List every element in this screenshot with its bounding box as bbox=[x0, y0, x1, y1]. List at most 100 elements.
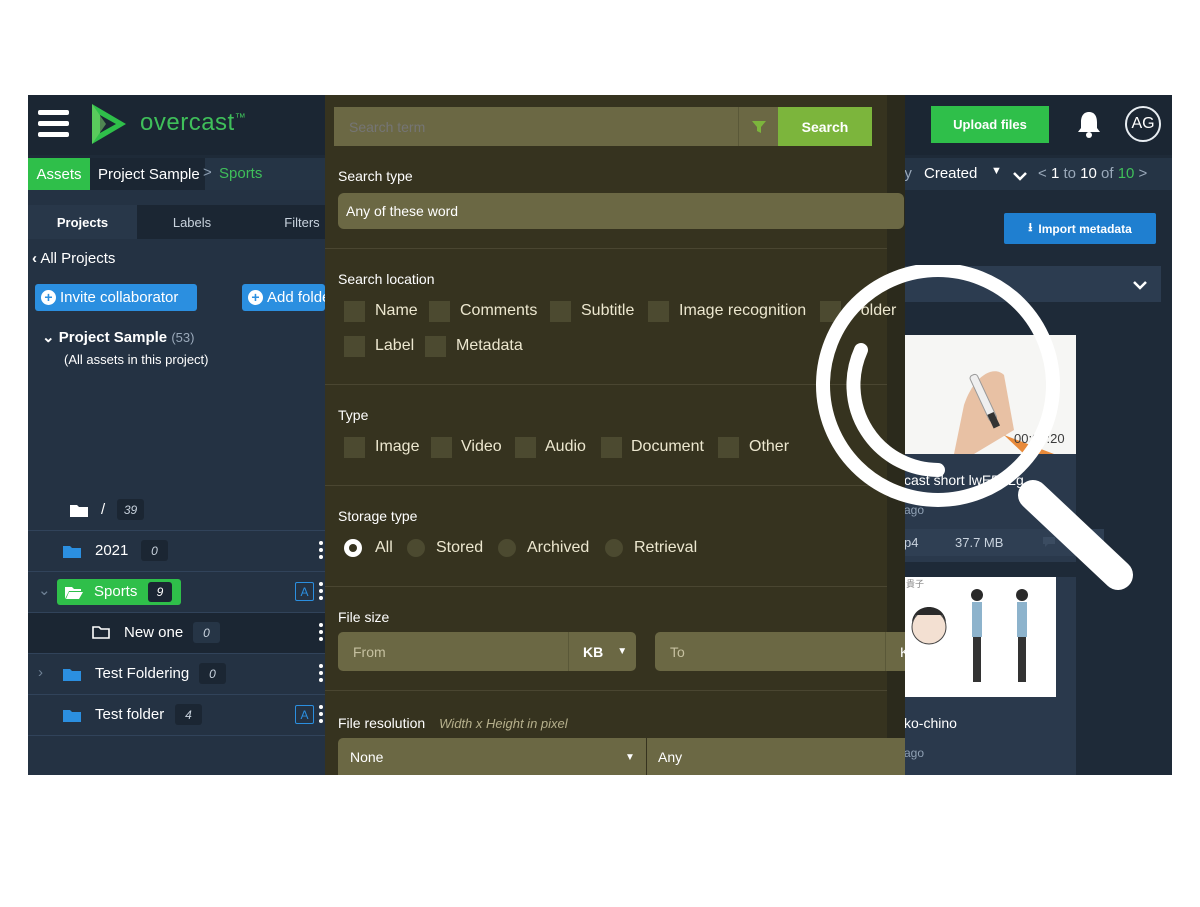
pager-next-icon[interactable]: > bbox=[1139, 165, 1148, 182]
radio-stored[interactable] bbox=[407, 539, 425, 557]
folder-row-sports[interactable]: ⌄ Sports 9 A bbox=[28, 572, 325, 613]
checkbox-name[interactable] bbox=[344, 301, 365, 322]
plus-circle-icon: + bbox=[248, 290, 263, 305]
all-projects-link[interactable]: ‹ All Projects bbox=[32, 250, 115, 267]
more-options-icon[interactable] bbox=[319, 582, 323, 600]
assigned-badge: A bbox=[295, 705, 314, 724]
assigned-badge: A bbox=[295, 582, 314, 601]
project-name: Project Sample bbox=[58, 329, 168, 346]
radio-retrieval[interactable] bbox=[605, 539, 623, 557]
tab-projects[interactable]: Projects bbox=[28, 205, 137, 239]
chevron-right-icon[interactable]: › bbox=[38, 664, 43, 681]
checkbox-label: Image bbox=[375, 438, 420, 455]
checkbox-other[interactable] bbox=[718, 437, 739, 458]
breadcrumb-separator-icon: > bbox=[203, 164, 212, 181]
tab-labels[interactable]: Labels bbox=[137, 205, 247, 239]
upload-files-button[interactable]: Upload files bbox=[931, 106, 1049, 143]
project-count: (53) bbox=[171, 330, 195, 345]
breadcrumb-project[interactable]: Project Sample bbox=[90, 158, 205, 190]
checkbox-label: Subtitle bbox=[581, 302, 635, 319]
chevron-down-icon[interactable] bbox=[1012, 168, 1028, 184]
caret-down-icon: ▼ bbox=[617, 646, 628, 657]
checkbox-video[interactable] bbox=[431, 437, 452, 458]
checkbox-label: Metadata bbox=[456, 337, 523, 354]
divider bbox=[325, 485, 887, 486]
more-options-icon[interactable] bbox=[319, 623, 323, 641]
folder-icon bbox=[63, 546, 81, 558]
pagination: < 1 to 10 of 10 > bbox=[1038, 165, 1147, 182]
folder-label: 2021 bbox=[95, 542, 129, 559]
search-type-select[interactable]: Any of these word bbox=[338, 193, 904, 229]
checkbox-image[interactable] bbox=[344, 437, 365, 458]
file-size-to-input[interactable]: To bbox=[655, 632, 885, 671]
search-input[interactable] bbox=[334, 107, 738, 146]
more-options-icon[interactable] bbox=[319, 664, 323, 682]
search-button[interactable]: Search bbox=[778, 107, 872, 146]
add-folder-button[interactable]: + Add folder bbox=[242, 284, 325, 311]
more-options-icon[interactable] bbox=[319, 541, 323, 559]
resolution-value: None bbox=[350, 749, 384, 765]
checkbox-subtitle[interactable] bbox=[550, 301, 571, 322]
folder-label: Test Foldering bbox=[95, 665, 190, 682]
import-label: Import metadata bbox=[1038, 221, 1132, 236]
folder-icon bbox=[63, 669, 81, 681]
folder-row-root[interactable]: / 39 bbox=[28, 490, 325, 531]
checkbox-comments[interactable] bbox=[429, 301, 450, 322]
folder-count-badge: 9 bbox=[148, 582, 172, 602]
invite-collaborator-button[interactable]: + Invite collaborator bbox=[35, 284, 197, 311]
app-window: overcast™ Upload files AG Assets Project… bbox=[28, 95, 1172, 775]
radio-label: Stored bbox=[436, 539, 484, 556]
checkbox-image-recognition[interactable] bbox=[648, 301, 669, 322]
resolution-any-select[interactable]: Any bbox=[647, 738, 905, 775]
checkbox-audio[interactable] bbox=[515, 437, 536, 458]
project-title[interactable]: ⌄ Project Sample (53) bbox=[42, 328, 194, 346]
all-projects-label: All Projects bbox=[40, 250, 116, 267]
resolution-select[interactable]: None ▼ bbox=[338, 738, 646, 775]
asset-title[interactable]: ko-chino bbox=[904, 715, 957, 731]
folder-label: / bbox=[101, 501, 106, 518]
file-size-from-input[interactable]: From bbox=[338, 632, 568, 671]
checkbox-metadata[interactable] bbox=[425, 336, 446, 357]
chevron-down-icon[interactable]: ⌄ bbox=[38, 581, 51, 599]
character-sheet-thumbnail[interactable]: 貴子 bbox=[904, 577, 1056, 697]
folder-row-new-one[interactable]: New one 0 bbox=[28, 613, 325, 654]
checkbox-document[interactable] bbox=[601, 437, 622, 458]
sidebar: Projects Labels Filters ‹ All Projects +… bbox=[28, 190, 325, 775]
checkbox-label: Image recognition bbox=[679, 302, 807, 319]
file-size-to-unit-select[interactable]: K bbox=[885, 632, 905, 671]
folder-row-test-folder[interactable]: Test folder 4 A bbox=[28, 695, 325, 736]
folder-row-test-foldering[interactable]: › Test Foldering 0 bbox=[28, 654, 325, 695]
breadcrumb-assets[interactable]: Assets bbox=[28, 158, 90, 190]
folder-label: New one bbox=[124, 624, 184, 641]
folder-label: Test folder bbox=[95, 706, 165, 723]
filter-icon[interactable] bbox=[738, 107, 778, 146]
checkbox-label: Name bbox=[375, 302, 418, 319]
checkbox-label: Other bbox=[749, 438, 790, 455]
sort-caret-icon[interactable]: ▼ bbox=[991, 165, 1002, 177]
pager-to: 10 bbox=[1080, 165, 1097, 182]
radio-label: Retrieval bbox=[634, 539, 698, 556]
checkbox-label-field[interactable] bbox=[344, 336, 365, 357]
user-avatar[interactable]: AG bbox=[1125, 106, 1161, 142]
radio-archived[interactable] bbox=[498, 539, 516, 557]
import-metadata-button[interactable]: ⭳ Import metadata bbox=[1004, 213, 1156, 244]
sort-select[interactable]: Created bbox=[924, 165, 977, 182]
hamburger-menu-icon[interactable] bbox=[38, 110, 69, 138]
add-folder-label: Add folder bbox=[267, 289, 325, 306]
pager-prev-icon[interactable]: < bbox=[1038, 165, 1047, 182]
storage-type-title: Storage type bbox=[338, 508, 418, 524]
upload-icon: ⭳ bbox=[1028, 220, 1033, 234]
folder-count-badge: 39 bbox=[117, 499, 144, 520]
folder-sports-selected[interactable]: Sports 9 bbox=[57, 579, 181, 605]
folder-row-2021[interactable]: 2021 0 bbox=[28, 531, 325, 572]
overcast-logo-icon bbox=[92, 104, 126, 144]
more-options-icon[interactable] bbox=[319, 705, 323, 723]
file-size-unit-select[interactable]: KB ▼ bbox=[568, 632, 636, 671]
bell-icon[interactable] bbox=[1074, 109, 1104, 139]
pager-to-word: to bbox=[1063, 165, 1076, 182]
radio-all[interactable] bbox=[344, 539, 362, 557]
unit-value: KB bbox=[583, 643, 604, 660]
folder-count-badge: 0 bbox=[141, 540, 168, 561]
folder-open-icon bbox=[65, 587, 83, 599]
breadcrumb-current: Sports bbox=[219, 165, 263, 182]
